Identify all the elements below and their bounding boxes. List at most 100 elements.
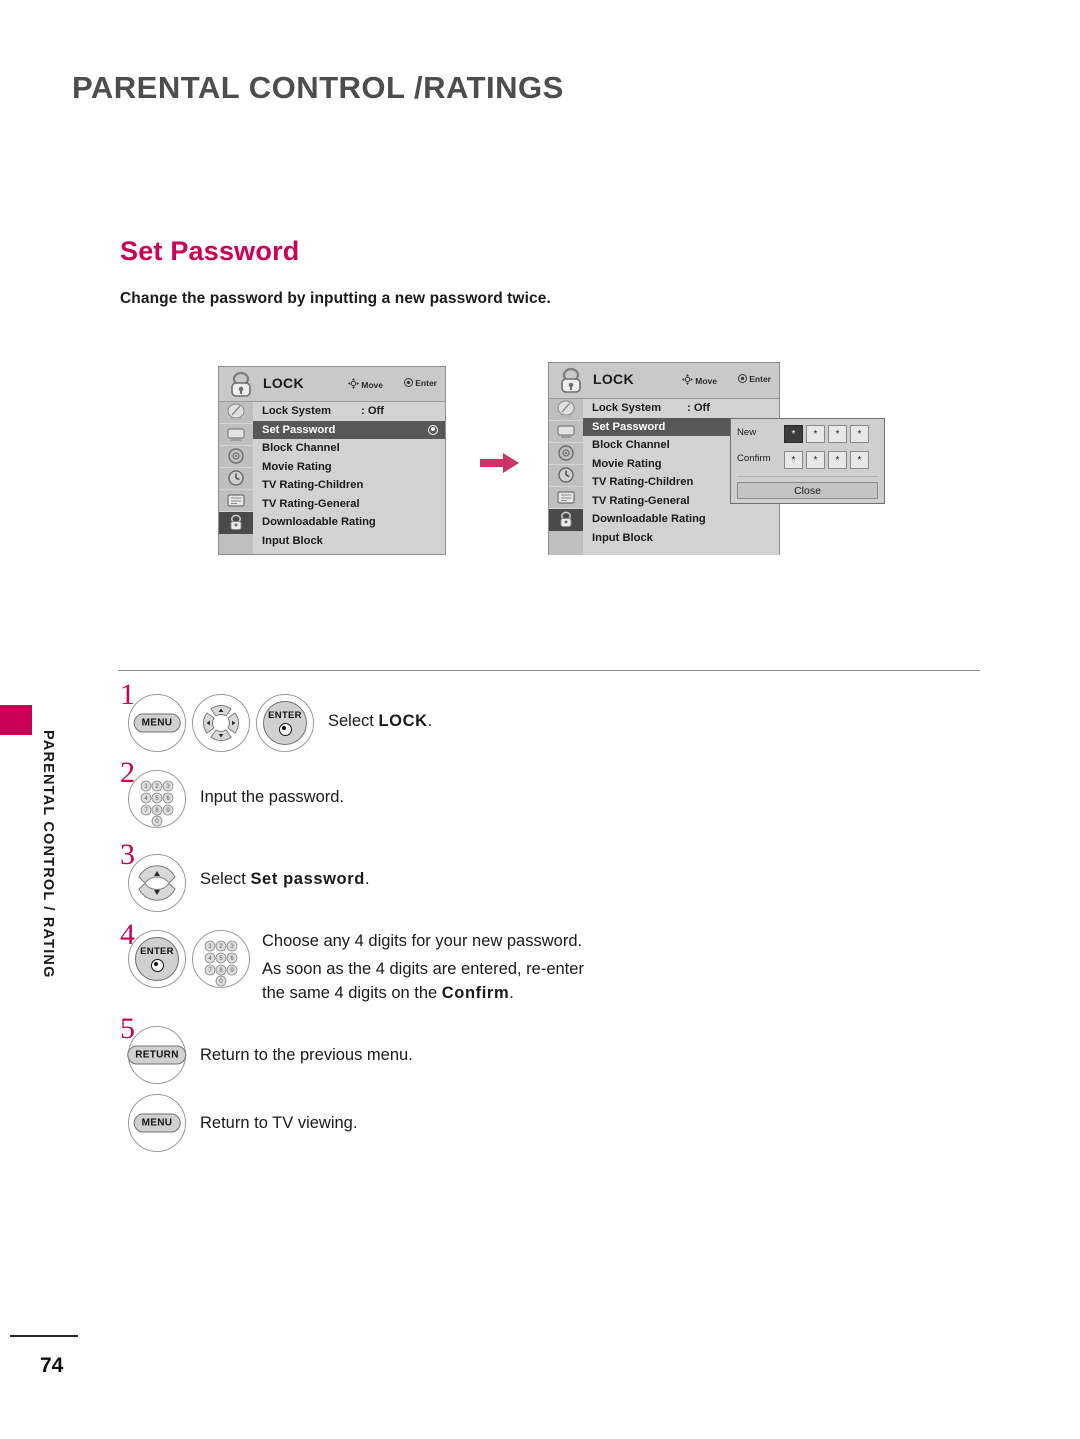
- up-down-nav-button[interactable]: [128, 854, 186, 912]
- step-5-text: Return to the previous menu.: [200, 1042, 413, 1069]
- osd-menu-item-label: Lock System: [592, 402, 662, 414]
- step-3-text: Select Set password.: [200, 866, 370, 893]
- osd-hint-enter-label: Enter: [415, 378, 437, 388]
- footer-divider: [10, 1335, 78, 1337]
- four-way-arrow-icon: [348, 378, 360, 389]
- sidebar-item-time-clock-icon[interactable]: [219, 468, 253, 490]
- osd-menu-item-value: : Off: [687, 402, 710, 414]
- osd-menu-item-value: : Off: [361, 405, 384, 417]
- step-3-text-bold: Set password: [250, 870, 365, 888]
- sidebar-item-picture-setup-icon[interactable]: [219, 402, 253, 424]
- side-tab-accent-block: [0, 705, 32, 735]
- dialog-divider: [737, 476, 878, 477]
- new-digit-2[interactable]: *: [806, 425, 825, 443]
- step-1-text-suffix: .: [427, 712, 433, 730]
- osd-menu-item-tv-rating-general[interactable]: TV Rating-General: [253, 495, 445, 514]
- confirm-digit-2[interactable]: *: [806, 451, 825, 469]
- osd-menu-item-input-block[interactable]: Input Block: [583, 529, 779, 548]
- step-4-line-3: the same 4 digits on the Confirm.: [262, 980, 514, 1007]
- four-way-nav-icon: [203, 705, 239, 741]
- osd-hint-move-label-2: Move: [695, 376, 717, 386]
- step-5-text-prefix: Return to the previous menu.: [200, 1046, 413, 1064]
- osd-menu-item-downloadable-rating[interactable]: Downloadable Rating: [253, 513, 445, 532]
- step-2-text: Input the password.: [200, 784, 344, 811]
- number-keypad-button[interactable]: 123 456 789 0: [128, 770, 186, 828]
- osd-menu-item-tv-rating-children[interactable]: TV Rating-Children: [253, 476, 445, 495]
- osd-body: Lock System : Off Set Password Block Channe…: [219, 402, 445, 554]
- menu-button[interactable]: MENU: [128, 694, 186, 752]
- enter-button-label: ENTER: [268, 710, 302, 721]
- step-4-line-3-suffix: .: [509, 984, 514, 1002]
- osd-menu-item-lock-system[interactable]: Lock System : Off: [583, 399, 779, 418]
- right-arrow-icon: [480, 453, 519, 473]
- close-button[interactable]: Close: [737, 482, 878, 499]
- confirm-digit-1[interactable]: *: [784, 451, 803, 469]
- enter-button-cap: ENTER: [263, 701, 307, 745]
- password-confirm-row: Confirm * * * *: [731, 449, 884, 471]
- menu-button-label: MENU: [133, 1113, 181, 1133]
- osd-menu-item-label: Downloadable Rating: [262, 516, 376, 528]
- osd-menu-item-label: Movie Rating: [592, 457, 662, 470]
- sidebar-item-audio-dial-icon[interactable]: [219, 446, 253, 468]
- osd-menu-item-lock-system[interactable]: Lock System : Off: [253, 402, 445, 421]
- osd-menu-item-label: Block Channel: [262, 442, 340, 454]
- osd-menu-item-label: Movie Rating: [262, 460, 332, 473]
- osd-icon-rail-2: [549, 399, 584, 555]
- sidebar-item-time-clock-icon[interactable]: [549, 465, 583, 487]
- enter-dot-icon: [278, 723, 292, 736]
- osd-hint-enter-2: Enter: [738, 374, 771, 384]
- sidebar-item-option-icon[interactable]: [549, 487, 583, 509]
- osd-menu-item-input-block[interactable]: Input Block: [253, 532, 445, 551]
- sidebar-item-audio-dial-icon[interactable]: [549, 443, 583, 465]
- enter-dot-icon: [404, 378, 414, 387]
- enter-dot-icon: [150, 959, 164, 972]
- osd-title: LOCK: [263, 375, 304, 391]
- sidebar-item-option-icon[interactable]: [219, 490, 253, 512]
- menu-button-label: MENU: [133, 713, 181, 733]
- osd-menu-item-label: Downloadable Rating: [592, 513, 706, 525]
- enter-button-label: ENTER: [140, 946, 174, 957]
- return-button[interactable]: RETURN: [127, 1026, 187, 1084]
- password-confirm-cells: * * * *: [784, 451, 872, 469]
- password-new-label: New: [737, 427, 757, 438]
- confirm-digit-4[interactable]: *: [850, 451, 869, 469]
- four-way-nav-button[interactable]: [192, 694, 250, 752]
- osd-icon-rail: [219, 402, 254, 554]
- sidebar-item-lock-icon[interactable]: [549, 509, 583, 531]
- sidebar-item-screen-tv-icon[interactable]: [549, 421, 583, 443]
- password-new-cells: * * * *: [784, 425, 872, 443]
- step-1-text: Select LOCK.: [328, 708, 432, 735]
- osd-menu-item-label: Set Password: [592, 420, 666, 433]
- osd-menu-list: Lock System : Off Set Password Block Channe…: [253, 402, 445, 554]
- section-heading: Set Password: [120, 236, 300, 266]
- password-confirm-label: Confirm: [737, 453, 771, 464]
- confirm-digit-3[interactable]: *: [828, 451, 847, 469]
- osd-menu-item-downloadable-rating[interactable]: Downloadable Rating: [583, 510, 779, 529]
- step-3-text-prefix: Select: [200, 870, 251, 888]
- sidebar-item-picture-setup-icon[interactable]: [549, 399, 583, 421]
- number-keypad-button-step4[interactable]: 123 456 789 0: [192, 930, 250, 988]
- osd-menu-item-block-channel[interactable]: Block Channel: [253, 439, 445, 458]
- new-digit-3[interactable]: *: [828, 425, 847, 443]
- number-keypad-icon: 123 456 789 0: [204, 940, 238, 987]
- osd-title-2: LOCK: [593, 371, 634, 387]
- up-down-nav-icon: [138, 865, 176, 901]
- enter-button-step4[interactable]: ENTER: [128, 930, 186, 988]
- osd-header: LOCK Move Enter: [219, 367, 445, 402]
- step-2-text-prefix: Input the password.: [200, 788, 345, 806]
- enter-dot-icon: [738, 374, 748, 383]
- sidebar-item-lock-icon[interactable]: [219, 512, 253, 534]
- new-digit-4[interactable]: *: [850, 425, 869, 443]
- osd-menu-item-label: Set Password: [262, 423, 336, 436]
- osd-menu-item-set-password[interactable]: Set Password: [253, 420, 445, 439]
- osd-menu-item-label: Lock System: [262, 405, 332, 417]
- step-3-text-suffix: .: [364, 870, 370, 888]
- enter-button[interactable]: ENTER: [256, 694, 314, 752]
- sidebar-item-screen-tv-icon[interactable]: [219, 424, 253, 446]
- osd-hint-enter: Enter: [404, 378, 437, 388]
- osd-menu-item-label: TV Rating-Children: [262, 479, 364, 491]
- osd-menu-item-movie-rating[interactable]: Movie Rating: [253, 458, 445, 477]
- enter-button-cap: ENTER: [135, 937, 179, 981]
- new-digit-1[interactable]: *: [784, 425, 803, 443]
- menu-button-return-tv[interactable]: MENU: [128, 1094, 186, 1152]
